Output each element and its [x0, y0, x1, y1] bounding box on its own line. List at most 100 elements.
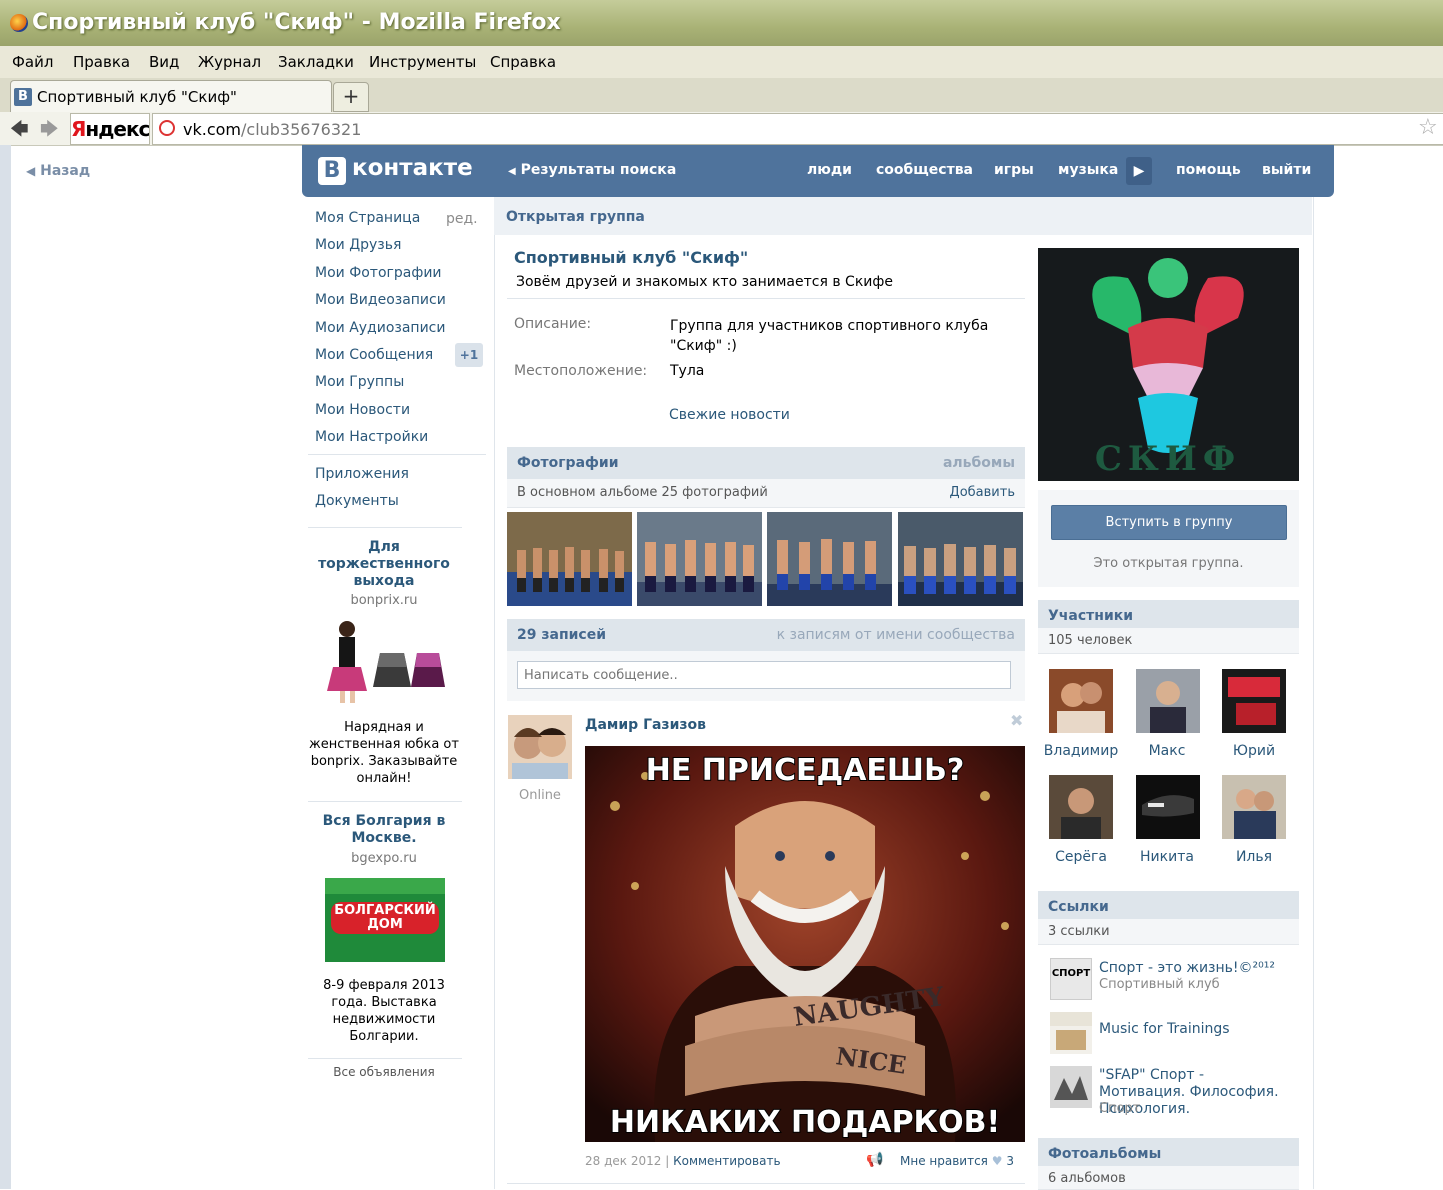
- edit-link[interactable]: ред.: [446, 211, 478, 227]
- member-avatar[interactable]: [1136, 775, 1200, 839]
- group-name: Спортивный клуб "Скиф": [514, 248, 749, 267]
- bookmark-star-icon[interactable]: ☆: [1418, 115, 1438, 140]
- member-name[interactable]: Макс: [1122, 743, 1212, 759]
- group-logo-image[interactable]: СКИФ: [1038, 248, 1299, 481]
- menu-view[interactable]: Вид: [149, 53, 179, 71]
- messages-badge[interactable]: +1: [455, 343, 483, 367]
- wall-count[interactable]: 29 записей: [517, 627, 606, 643]
- header-link-help[interactable]: помощь: [1176, 162, 1241, 178]
- url-bar[interactable]: vk.com/club35676321: [152, 113, 1443, 145]
- photo-thumbnail[interactable]: [507, 512, 632, 606]
- menu-history[interactable]: Журнал: [198, 53, 261, 71]
- firefox-icon: [10, 14, 28, 32]
- ad-title[interactable]: Вся Болгария в Москве.: [308, 813, 460, 847]
- member-avatar[interactable]: [1049, 669, 1113, 733]
- author-avatar[interactable]: [508, 715, 572, 779]
- url-path: /club35676321: [241, 120, 362, 139]
- left-menu-settings[interactable]: Мои Настройки: [315, 429, 428, 445]
- header-link-logout[interactable]: выйти: [1262, 162, 1311, 178]
- vk-logo-text[interactable]: контакте: [352, 155, 473, 181]
- link-name[interactable]: Спорт - это жизнь!©²⁰¹²: [1099, 960, 1275, 977]
- yandex-search-button[interactable]: Яндекс: [70, 113, 150, 145]
- left-menu-audio[interactable]: Мои Аудиозаписи: [315, 320, 445, 336]
- menu-tools[interactable]: Инструменты: [369, 53, 476, 71]
- wall-post-input[interactable]: [517, 661, 1011, 689]
- member-avatar[interactable]: [1222, 775, 1286, 839]
- links-bar: Ссылки: [1038, 891, 1299, 919]
- photo-thumbnail[interactable]: [898, 512, 1023, 606]
- left-menu-apps[interactable]: Приложения: [315, 466, 409, 482]
- albums-link[interactable]: альбомы: [943, 455, 1015, 471]
- post-date[interactable]: 28 дек 2012: [585, 1154, 661, 1168]
- link-name[interactable]: Music for Trainings: [1099, 1021, 1230, 1038]
- music-play-icon[interactable]: ▶: [1126, 157, 1152, 185]
- left-menu-videos[interactable]: Мои Видеозаписи: [315, 292, 446, 308]
- page-left-strip: [0, 145, 11, 1189]
- ad-title[interactable]: Для торжественного выхода: [308, 539, 460, 590]
- left-menu-groups[interactable]: Мои Группы: [315, 374, 404, 390]
- left-menu-documents[interactable]: Документы: [315, 493, 399, 509]
- photos-title[interactable]: Фотографии: [517, 455, 619, 471]
- post-meta: 28 дек 2012 | Комментировать: [585, 1154, 781, 1168]
- fresh-news-link[interactable]: Свежие новости: [669, 407, 790, 423]
- vk-favicon-icon: В: [14, 88, 32, 106]
- links-title[interactable]: Ссылки: [1048, 899, 1109, 915]
- header-link-games[interactable]: игры: [994, 162, 1034, 178]
- ad-bulgaria-image[interactable]: БОЛГАРСКИЙ ДОМ: [325, 878, 445, 962]
- menu-edit[interactable]: Правка: [73, 53, 130, 71]
- community-posts-link[interactable]: к записям от имени сообщества: [777, 627, 1015, 643]
- member-avatar[interactable]: [1049, 775, 1113, 839]
- left-menu-friends[interactable]: Мои Друзья: [315, 237, 401, 253]
- ad-skirts-image[interactable]: [325, 619, 445, 705]
- link-icon[interactable]: [1050, 1012, 1092, 1054]
- share-icon[interactable]: 📢: [866, 1152, 883, 1168]
- browser-tab[interactable]: В Спортивный клуб "Скиф": [10, 80, 332, 113]
- menu-bookmarks[interactable]: Закладки: [278, 53, 354, 71]
- member-name[interactable]: Никита: [1122, 849, 1212, 865]
- link-subtitle: Спорт: [1099, 1101, 1141, 1116]
- member-name[interactable]: Владимир: [1036, 743, 1126, 759]
- join-group-button[interactable]: Вступить в группу: [1051, 505, 1287, 540]
- header-link-communities[interactable]: сообщества: [876, 162, 973, 178]
- member-name[interactable]: Юрий: [1209, 743, 1299, 759]
- albums-subbar: 6 альбомов: [1038, 1166, 1299, 1190]
- search-results-link[interactable]: ◀ Результаты поиска: [508, 162, 676, 178]
- photo-thumbnail[interactable]: [637, 512, 762, 606]
- post-meme-image[interactable]: NAUGHTY NICE НЕ ПРИСЕДАЕШЬ? НИКАКИХ ПОДА…: [585, 746, 1025, 1142]
- divider: [308, 801, 462, 802]
- heart-icon: ♥: [991, 1154, 1003, 1168]
- delete-post-icon[interactable]: ✖: [1010, 711, 1023, 730]
- left-menu-messages[interactable]: Мои Сообщения: [315, 347, 433, 363]
- like-button[interactable]: Мне нравится ♥ 3: [900, 1154, 1014, 1168]
- members-title[interactable]: Участники: [1048, 608, 1133, 624]
- left-menu-news[interactable]: Мои Новости: [315, 402, 410, 418]
- link-icon[interactable]: СПОРТ: [1050, 958, 1092, 1000]
- member-name[interactable]: Илья: [1209, 849, 1299, 865]
- albums-title[interactable]: Фотоальбомы: [1048, 1146, 1161, 1162]
- photo-thumbnail[interactable]: [767, 512, 892, 606]
- post-author[interactable]: Дамир Газизов: [585, 717, 706, 733]
- open-group-note: Это открытая группа.: [1093, 556, 1244, 571]
- forward-icon[interactable]: 🡆: [40, 117, 59, 147]
- meme-bottom-text: НИКАКИХ ПОДАРКОВ!: [610, 1105, 1000, 1140]
- member-avatar[interactable]: [1222, 669, 1286, 733]
- divider: [308, 527, 462, 528]
- back-icon[interactable]: 🡄: [10, 117, 29, 147]
- vk-logo-icon[interactable]: В: [318, 157, 346, 185]
- comment-link[interactable]: Комментировать: [673, 1154, 780, 1168]
- left-menu-photos[interactable]: Мои Фотографии: [315, 265, 442, 281]
- all-ads-link[interactable]: Все объявления: [308, 1065, 460, 1079]
- back-link[interactable]: ◀ Назад: [26, 163, 90, 179]
- link-icon[interactable]: [1050, 1066, 1092, 1108]
- header-link-music[interactable]: музыка: [1058, 162, 1118, 178]
- header-link-people[interactable]: люди: [807, 162, 852, 178]
- left-menu-my-page[interactable]: Моя Страница: [315, 210, 420, 226]
- member-name[interactable]: Серёга: [1036, 849, 1126, 865]
- menu-file[interactable]: Файл: [12, 53, 53, 71]
- albums-count: 6 альбомов: [1048, 1171, 1126, 1186]
- new-tab-button[interactable]: +: [333, 82, 369, 112]
- menu-help[interactable]: Справка: [490, 53, 556, 71]
- divider: [507, 1183, 1025, 1184]
- member-avatar[interactable]: [1136, 669, 1200, 733]
- add-photo-link[interactable]: Добавить: [950, 485, 1015, 500]
